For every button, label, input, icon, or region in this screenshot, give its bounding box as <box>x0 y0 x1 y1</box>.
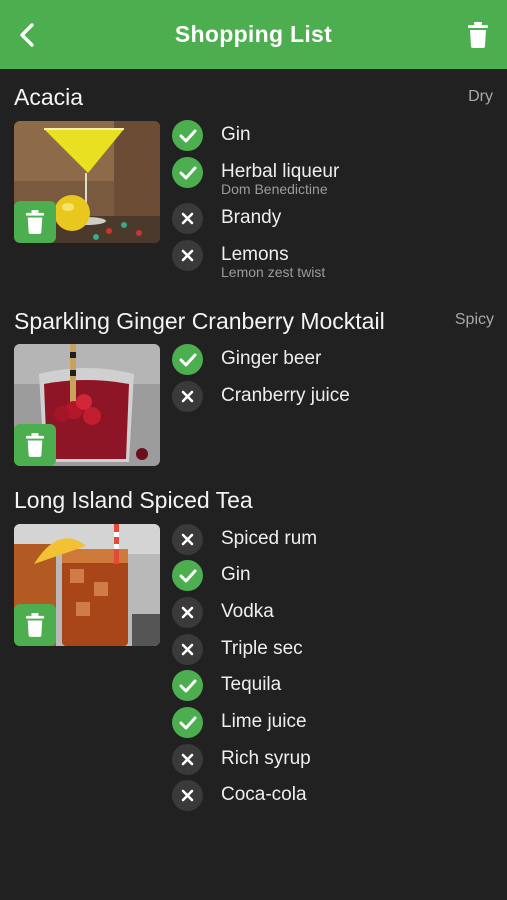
cross-icon[interactable] <box>172 744 203 775</box>
trash-icon <box>25 433 45 457</box>
ingredient-note: Dom Benedictine <box>221 181 328 197</box>
ingredient-name: Coca-cola <box>221 784 307 805</box>
cocktail-tag: Dry <box>468 88 493 105</box>
cross-icon[interactable] <box>172 524 203 555</box>
cocktail-name: Sparkling Ginger Cranberry Mocktail <box>14 308 385 334</box>
ingredient-name: Tequila <box>221 674 282 695</box>
ingredient-name: Vodka <box>221 601 274 622</box>
cross-icon[interactable] <box>172 597 203 628</box>
cross-icon[interactable] <box>172 780 203 811</box>
cocktail-tag: Spicy <box>454 311 494 328</box>
cocktail-image <box>14 344 160 466</box>
cross-icon[interactable] <box>172 203 203 234</box>
check-icon[interactable] <box>172 157 203 188</box>
ingredient-name: Spiced rum <box>221 528 318 549</box>
cocktail-name: Acacia <box>14 84 84 110</box>
ingredient-name: Rich syrup <box>221 748 311 769</box>
ingredient-name: Lime juice <box>221 711 307 732</box>
cross-icon[interactable] <box>172 240 203 271</box>
ingredient-name: Brandy <box>221 207 282 228</box>
check-icon[interactable] <box>172 120 203 151</box>
ingredient-note: Lemon zest twist <box>221 264 326 280</box>
trash-icon[interactable] <box>467 22 489 48</box>
cocktail-name: Long Island Spiced Tea <box>14 487 253 513</box>
ingredient-name: Lemons <box>221 244 289 265</box>
page-title: Shopping List <box>174 21 333 47</box>
trash-icon <box>25 613 45 637</box>
chevron-left-icon[interactable] <box>14 20 42 50</box>
app-header: Shopping List <box>0 0 507 69</box>
ingredient-name: Gin <box>221 564 251 585</box>
cross-icon[interactable] <box>172 634 203 665</box>
check-icon[interactable] <box>172 707 203 738</box>
ingredient-name: Cranberry juice <box>221 385 350 406</box>
ingredient-name: Gin <box>221 124 251 145</box>
check-icon[interactable] <box>172 344 203 375</box>
ingredient-name: Ginger beer <box>221 348 322 369</box>
delete-cocktail-button[interactable] <box>14 604 56 646</box>
cocktail-image <box>14 121 160 243</box>
cocktail-image <box>14 524 160 646</box>
delete-cocktail-button[interactable] <box>14 424 56 466</box>
check-icon[interactable] <box>172 560 203 591</box>
ingredient-name: Herbal liqueur <box>221 161 340 182</box>
cross-icon[interactable] <box>172 381 203 412</box>
delete-cocktail-button[interactable] <box>14 201 56 243</box>
trash-icon <box>25 210 45 234</box>
check-icon[interactable] <box>172 670 203 701</box>
ingredient-name: Triple sec <box>221 638 303 659</box>
